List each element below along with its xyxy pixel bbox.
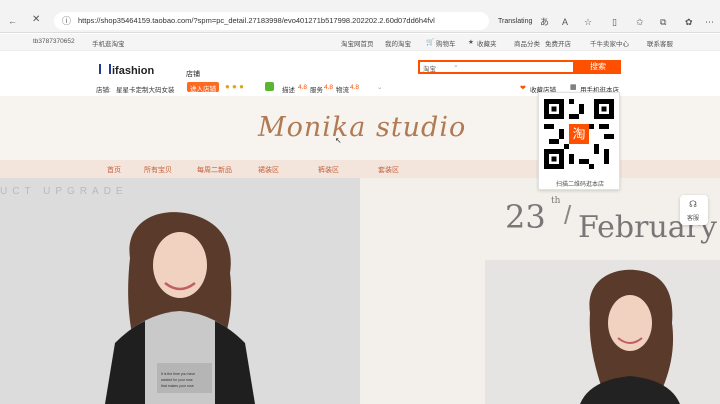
- chevron-down-icon[interactable]: ⌄: [377, 83, 382, 91]
- rating-logistics-value: 4.8: [350, 84, 360, 91]
- rating-service-value: 4.8: [324, 84, 334, 91]
- svg-text:It is the time you have: It is the time you have: [161, 372, 195, 376]
- stop-loading-icon[interactable]: ✕: [32, 15, 40, 25]
- translate-icon[interactable]: あ: [540, 17, 549, 27]
- seller-center-link[interactable]: 千牛卖家中心: [590, 38, 629, 48]
- cart-icon[interactable]: 🛒: [426, 38, 434, 46]
- nav-skirts[interactable]: 裙装区: [258, 165, 279, 175]
- headset-icon: ☊: [689, 199, 697, 209]
- free-shop-link[interactable]: 免费开店: [545, 38, 571, 48]
- customer-service-label: 客服: [687, 216, 700, 222]
- qr-caption: 扫描二维码逛本店: [555, 182, 604, 188]
- extensions-icon[interactable]: ✿: [685, 17, 693, 27]
- star-icon: ★: [468, 39, 474, 46]
- nav-new-tuesday[interactable]: 每周二新品: [197, 165, 232, 175]
- hero-day-suffix: th: [551, 196, 561, 206]
- menu-icon[interactable]: ⋯: [705, 17, 714, 27]
- store-label: 店铺:: [96, 87, 111, 94]
- favorites-link[interactable]: 收藏夹: [477, 38, 497, 48]
- crown-badge-icon: ● ● ●: [225, 82, 244, 91]
- model-left-illustration: It is the time you have wasted for your …: [105, 212, 255, 404]
- enter-store-button[interactable]: 进入店铺: [187, 82, 219, 93]
- read-aloud-icon[interactable]: A: [562, 17, 568, 27]
- favorites-icon[interactable]: ✩: [636, 17, 644, 27]
- address-bar[interactable]: ⓘ https://shop35464159.taobao.com/?spm=p…: [54, 12, 489, 30]
- banner-title: Monika studio: [258, 112, 467, 143]
- qr-code-image: 淘: [544, 99, 614, 169]
- user-id-link[interactable]: tb3787370652: [33, 38, 75, 45]
- hero-right-photo[interactable]: [485, 260, 720, 404]
- store-name[interactable]: 星星卡定制大码女装: [116, 84, 175, 94]
- mobile-taobao-link[interactable]: 手机逛淘宝: [92, 38, 125, 48]
- taobao-home-link[interactable]: 淘宝网首页: [341, 38, 374, 48]
- search-button[interactable]: 搜索: [575, 60, 621, 74]
- contact-link[interactable]: 联系客服: [647, 38, 673, 48]
- rating-desc-label: 描述: [282, 87, 295, 94]
- browser-toolbar: ← ✕ ⓘ https://shop35464159.taobao.com/?s…: [0, 0, 720, 33]
- nav-sets[interactable]: 套装区: [378, 165, 399, 175]
- nav-home[interactable]: 首页: [107, 165, 121, 175]
- model-right-illustration: [580, 269, 680, 404]
- collections-icon[interactable]: ⧉: [660, 17, 666, 27]
- search-scope[interactable]: 淘宝: [423, 63, 436, 73]
- hero-left-text: UCT UPGRADE: [0, 186, 128, 197]
- shield-icon: [265, 82, 274, 91]
- date-slash-icon: /: [564, 200, 572, 230]
- svg-text:淘: 淘: [572, 128, 585, 143]
- categories-link[interactable]: 商品分类: [514, 38, 540, 48]
- back-arrow-icon[interactable]: ←: [8, 16, 17, 26]
- hero-day: 23: [505, 198, 546, 236]
- taobao-site-nav: tb3787370652 手机逛淘宝 淘宝网首页 我的淘宝 🛒 购物车 ★ 收藏…: [0, 34, 720, 51]
- rating-logistics-label: 物流: [336, 87, 349, 94]
- hero-left-photo[interactable]: UCT UPGRADE It is the time you have wast…: [0, 178, 360, 404]
- rating-desc-value: 4.8: [298, 84, 308, 91]
- translate-status[interactable]: Translating: [498, 18, 532, 25]
- customer-service-button[interactable]: ☊ 客服: [680, 195, 708, 225]
- nav-all-items[interactable]: 所有宝贝: [144, 165, 172, 175]
- logo-m-icon: [99, 64, 111, 74]
- svg-text:that makes your rose: that makes your rose: [161, 384, 194, 388]
- search-icon: ⌕: [454, 63, 458, 70]
- nav-pants[interactable]: 裤装区: [318, 165, 339, 175]
- svg-text:wasted for your rose: wasted for your rose: [161, 378, 193, 382]
- url-text[interactable]: https://shop35464159.taobao.com/?spm=pc_…: [78, 16, 435, 25]
- favorite-star-icon[interactable]: ☆: [584, 17, 592, 27]
- brand-name: ifashion: [112, 65, 155, 77]
- my-taobao-link[interactable]: 我的淘宝: [385, 38, 411, 48]
- store-tag: 店铺: [186, 71, 200, 78]
- heart-icon: ❤: [520, 85, 526, 92]
- cart-link[interactable]: 购物车: [436, 38, 456, 48]
- qr-mini-icon: ▦: [570, 84, 577, 91]
- split-screen-icon[interactable]: ▯: [612, 17, 617, 27]
- rating-service-label: 服务: [310, 87, 323, 94]
- mouse-cursor-icon: ↖: [335, 136, 342, 145]
- ifashion-logo[interactable]: ifashion: [99, 64, 154, 77]
- page-info-icon[interactable]: ⓘ: [62, 16, 71, 26]
- search-field[interactable]: 淘宝 ⌕: [418, 60, 575, 74]
